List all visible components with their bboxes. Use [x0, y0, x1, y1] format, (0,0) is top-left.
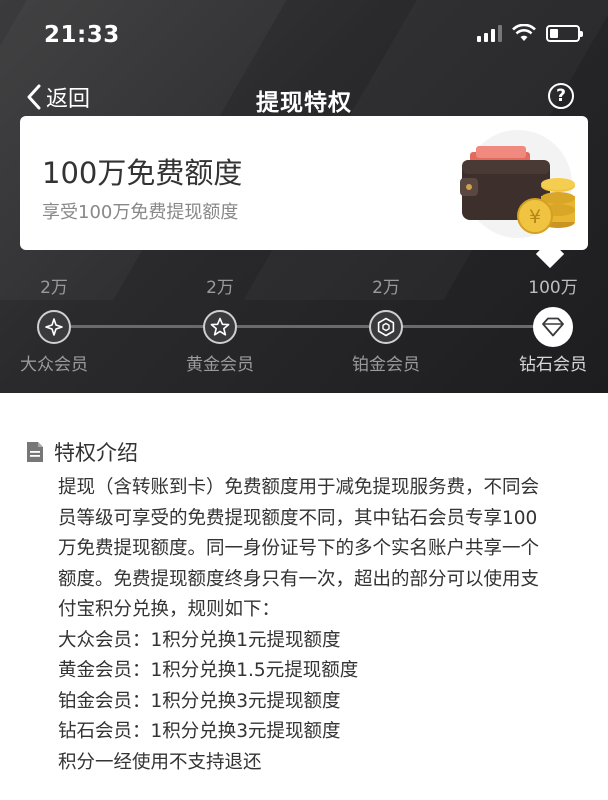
- status-bar: 21:33: [0, 0, 608, 70]
- membership-levels: 2万 大众会员 2万 黄金会员 2万 铂金会员 100万 钻石会员: [0, 274, 608, 375]
- body-line: 付宝积分兑换，规则如下：: [58, 599, 281, 620]
- navigation-bar: 返回 提现特权 ?: [0, 75, 608, 119]
- wifi-icon: [512, 24, 536, 41]
- privilege-intro-section: 特权介绍 提现（含转账到卡）免费额度用于减免提现服务费，不同会 员等级可享受的免…: [0, 393, 608, 800]
- page-title: 提现特权: [256, 90, 352, 116]
- level-name: 钻石会员: [519, 355, 587, 375]
- level-dazhong[interactable]: 2万 大众会员: [0, 274, 114, 375]
- level-node: [369, 310, 403, 344]
- body-line: 铂金会员：1积分兑换3元提现额度: [58, 690, 341, 712]
- level-track: [54, 325, 552, 328]
- body-line: 大众会员：1积分兑换1元提现额度: [58, 629, 341, 651]
- level-name: 大众会员: [20, 355, 88, 375]
- level-name: 黄金会员: [186, 355, 254, 375]
- section-header: 特权介绍: [26, 437, 138, 467]
- status-icons: [477, 24, 583, 42]
- signal-icon: [477, 24, 502, 42]
- body-line: 员等级可享受的免费提现额度不同，其中钻石会员专享100: [58, 507, 538, 529]
- document-icon: [27, 442, 43, 462]
- body-line: 额度。免费提现额度终身只有一次，超出的部分可以使用支: [58, 568, 540, 590]
- battery-icon: [546, 24, 583, 42]
- level-node-active: [533, 307, 573, 347]
- level-amount: 2万: [40, 278, 68, 298]
- star-5-icon: [210, 317, 230, 336]
- level-huangjin[interactable]: 2万 黄金会员: [160, 274, 280, 375]
- level-node: [37, 310, 71, 344]
- status-time: 21:33: [44, 22, 120, 48]
- body-line: 积分一经使用不支持退还: [58, 751, 262, 773]
- hexagon-icon: [377, 317, 395, 337]
- level-amount: 2万: [206, 278, 234, 298]
- section-body: 提现（含转账到卡）免费额度用于减免提现服务费，不同会 员等级可享受的免费提现额度…: [58, 473, 590, 778]
- level-node: [203, 310, 237, 344]
- body-line: 钻石会员：1积分兑换3元提现额度: [58, 721, 341, 742]
- body-line: 万免费提现额度。同一身份证号下的多个实名账户共享一个: [58, 538, 540, 559]
- diamond-icon: [542, 317, 564, 337]
- help-button[interactable]: ?: [548, 83, 574, 109]
- section-title: 特权介绍: [54, 441, 138, 465]
- privilege-card: 100万免费额度 享受100万免费提现额度 ¥: [20, 116, 588, 250]
- level-amount: 2万: [372, 278, 400, 298]
- card-title: 100万免费额度: [42, 156, 243, 190]
- level-zuanshi[interactable]: 100万 钻石会员: [493, 274, 608, 375]
- body-line: 黄金会员：1积分兑换1.5元提现额度: [58, 660, 359, 681]
- body-line: 提现（含转账到卡）免费额度用于减免提现服务费，不同会: [58, 477, 540, 498]
- level-bojin[interactable]: 2万 铂金会员: [326, 274, 446, 375]
- star-4-icon: [45, 318, 63, 336]
- wallet-coins-icon: ¥: [460, 130, 575, 238]
- level-amount: 100万: [528, 278, 578, 298]
- coin-glyph: ¥: [529, 206, 541, 228]
- level-name: 铂金会员: [352, 355, 420, 375]
- header-background: 21:33 返回 提现特权 ? 100万免费额度 享受100万免费提现额度 ¥ …: [0, 0, 608, 393]
- card-subtitle: 享受100万免费提现额度: [42, 202, 239, 223]
